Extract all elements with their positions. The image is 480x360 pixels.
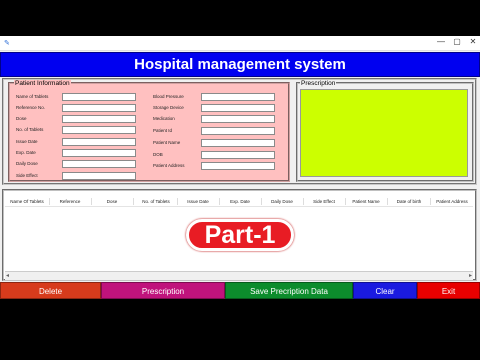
table-header: Name Of Tablets Reference Dose No. of Ta…: [5, 197, 473, 207]
label-medication: Medication: [153, 116, 175, 121]
col-date-of-birth[interactable]: Date of birth: [388, 197, 430, 206]
dose-field[interactable]: [62, 115, 136, 123]
label-no-of-tablets: No. of Tablets: [16, 127, 44, 132]
col-patient-name[interactable]: Patient Name: [346, 197, 386, 206]
label-name-of-tablets: Name of Tablets: [16, 94, 49, 99]
clear-button[interactable]: Clear: [353, 282, 417, 299]
name-of-tablets-field[interactable]: [62, 93, 136, 101]
side-effect-field[interactable]: [62, 172, 136, 180]
delete-button[interactable]: Delete: [0, 282, 101, 299]
label-side-effect: Side Effect: [16, 173, 38, 178]
reference-no-field[interactable]: [62, 104, 136, 112]
col-daily-dose[interactable]: Daily Dose: [262, 197, 302, 206]
issue-date-field[interactable]: [62, 138, 136, 146]
scroll-right-arrow-icon[interactable]: ▸: [469, 272, 472, 280]
col-dose[interactable]: Dose: [92, 197, 132, 206]
prescription-button[interactable]: Prescription: [101, 282, 225, 299]
blood-pressure-field[interactable]: [201, 93, 275, 101]
label-storage-device: Storage Device: [153, 105, 184, 110]
label-dob: DOB: [153, 152, 163, 157]
feather-icon: ✎: [4, 40, 10, 47]
col-side-effect[interactable]: Side Effect: [304, 197, 344, 206]
minimize-button[interactable]: —: [435, 37, 447, 46]
col-name-of-tablets[interactable]: Name Of Tablets: [5, 197, 49, 206]
col-patient-address[interactable]: Patient Address: [431, 197, 473, 206]
prescription-legend: Prescription: [300, 80, 337, 88]
medication-field[interactable]: [201, 115, 275, 123]
dob-field[interactable]: [201, 151, 275, 159]
patient-information-legend: Patient Information: [14, 80, 71, 88]
storage-device-field[interactable]: [201, 104, 275, 112]
label-daily-dose: Daily Dose: [16, 161, 38, 166]
label-patient-id: Patient Id: [153, 128, 173, 133]
save-prescription-data-button[interactable]: Save Precription Data: [225, 282, 353, 299]
daily-dose-field[interactable]: [62, 160, 136, 168]
label-issue-date: Issue Date: [16, 139, 38, 144]
patient-name-field[interactable]: [201, 139, 275, 147]
close-button[interactable]: ✕: [467, 37, 479, 46]
label-patient-address: Patient Address: [153, 163, 185, 168]
col-reference[interactable]: Reference: [50, 197, 90, 206]
label-dose: Dose: [16, 116, 27, 121]
no-of-tablets-field[interactable]: [62, 126, 136, 134]
label-reference-no: Reference No.: [16, 105, 46, 110]
patient-id-field[interactable]: [201, 127, 275, 135]
window-titlebar: ✎ — ▢ ✕: [0, 36, 480, 51]
label-exp-date: Exp. Date: [16, 150, 36, 155]
button-bar: Delete Prescription Save Precription Dat…: [0, 282, 480, 299]
label-patient-name: Patient Name: [153, 140, 181, 145]
horizontal-scrollbar[interactable]: ◂ ▸: [5, 271, 473, 280]
patient-address-field[interactable]: [201, 162, 275, 170]
col-no-of-tablets[interactable]: No. of Tablets: [134, 197, 178, 206]
label-blood-pressure: Blood Pressure: [153, 94, 184, 99]
scroll-left-arrow-icon[interactable]: ◂: [6, 272, 9, 280]
maximize-button[interactable]: ▢: [451, 37, 463, 46]
exit-button[interactable]: Exit: [417, 282, 480, 299]
prescription-text-area[interactable]: [300, 89, 468, 177]
part-badge: Part-1: [186, 219, 294, 251]
col-issue-date[interactable]: Issue Date: [178, 197, 218, 206]
col-exp-date[interactable]: Exp. Date: [220, 197, 260, 206]
app-title-banner: Hospital management system: [0, 52, 480, 77]
exp-date-field[interactable]: [62, 149, 136, 157]
